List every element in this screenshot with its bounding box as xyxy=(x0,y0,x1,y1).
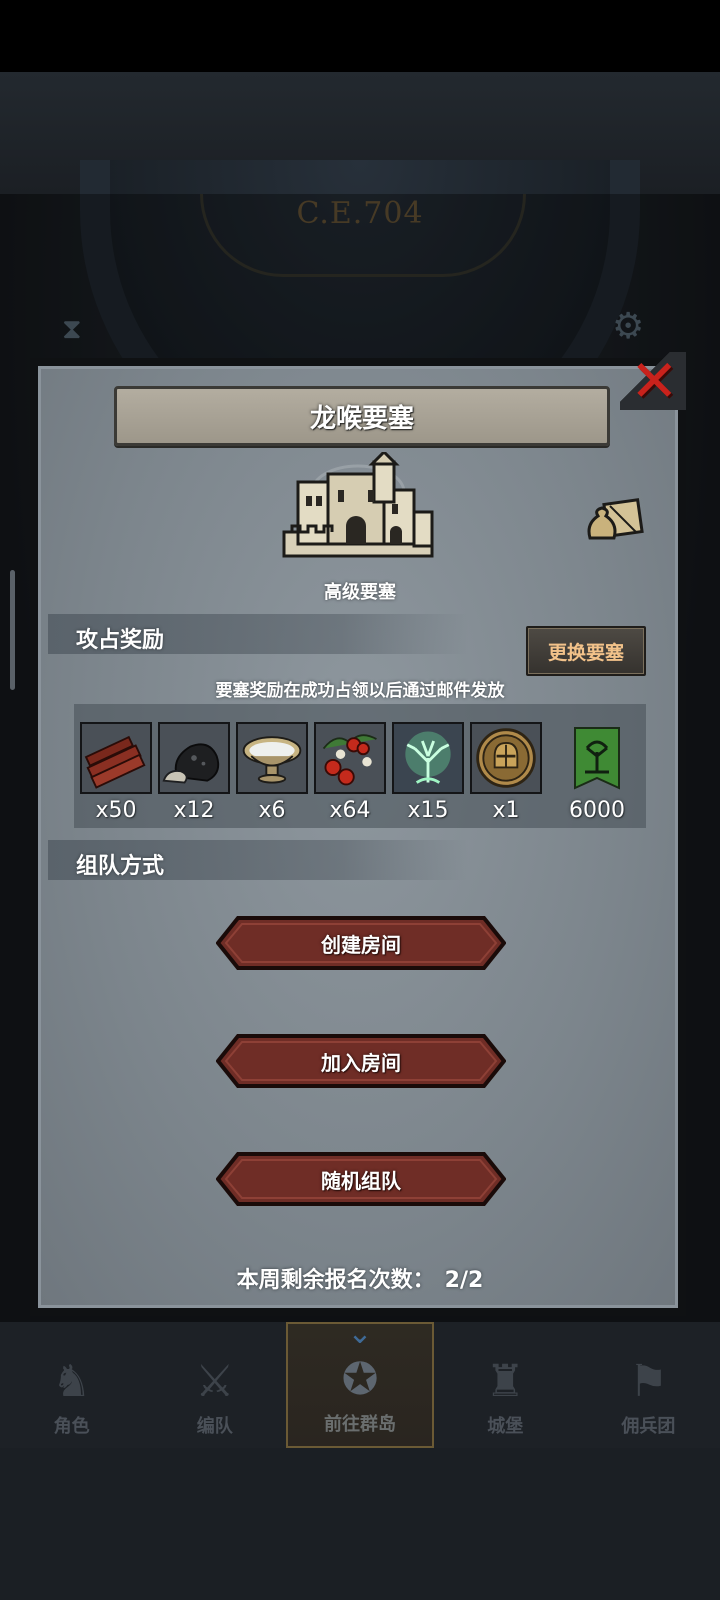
create-room-button[interactable]: 创建房间 xyxy=(216,916,506,970)
castle-icon: ♜ xyxy=(485,1356,525,1407)
create-room-label: 创建房间 xyxy=(321,932,401,957)
reward-quantity: x1 xyxy=(492,798,520,823)
bottom-band xyxy=(0,1448,720,1600)
ore-rock-icon xyxy=(158,722,230,794)
knight-helmet-coin-icon xyxy=(470,722,542,794)
nav-item-character[interactable]: ♞ 角色 xyxy=(0,1322,143,1448)
reward-quantity: 6000 xyxy=(569,798,625,823)
knight-icon: ♞ xyxy=(51,1356,92,1407)
team-section-heading: 组队方式 xyxy=(76,854,165,879)
nav-label: 编队 xyxy=(196,1416,233,1437)
bowl-icon xyxy=(236,722,308,794)
join-room-button[interactable]: 加入房间 xyxy=(216,1034,506,1088)
formation-icon: ⚔ xyxy=(195,1356,235,1407)
nav-item-formation[interactable]: ⚔ 编队 xyxy=(143,1322,286,1448)
mercenary-icon: ⚑ xyxy=(628,1356,669,1407)
nav-label: 佣兵团 xyxy=(621,1416,676,1437)
weekly-signups-label: 本周剩余报名次数： xyxy=(236,1268,435,1293)
nav-label: 角色 xyxy=(53,1416,90,1437)
berries-icon xyxy=(314,722,386,794)
nav-item-islands[interactable]: ⌄ ✪ 前往群岛 xyxy=(286,1316,434,1448)
wood-logs-icon xyxy=(80,722,152,794)
reward-item[interactable]: x64 xyxy=(314,722,386,823)
reward-item[interactable]: x1 xyxy=(470,722,542,823)
swap-fortress-label: 更换要塞 xyxy=(547,641,624,664)
join-room-label: 加入房间 xyxy=(321,1050,401,1075)
chevron-down-icon: ⌄ xyxy=(347,1316,373,1351)
nav-label: 城堡 xyxy=(487,1416,524,1437)
fortress-type-label: 高级要塞 xyxy=(324,582,396,603)
reward-quantity: x64 xyxy=(329,798,371,823)
reward-item[interactable]: x50 xyxy=(80,722,152,823)
fortress-castle-icon xyxy=(282,452,434,558)
reward-quantity: x15 xyxy=(407,798,449,823)
nav-item-mercenary[interactable]: ⚑ 佣兵团 xyxy=(577,1322,720,1448)
spirit-tree-icon xyxy=(392,722,464,794)
nav-item-castle[interactable]: ♜ 城堡 xyxy=(434,1322,577,1448)
status-bar xyxy=(0,0,720,72)
supply-bag-icon[interactable] xyxy=(584,498,644,544)
reward-quantity: x6 xyxy=(258,798,286,823)
weekly-signups: 本周剩余报名次数： 2/2 xyxy=(0,1262,720,1294)
reward-item[interactable]: x15 xyxy=(392,722,464,823)
reward-item[interactable]: 6000 xyxy=(556,722,638,823)
dialog-title-plate: 龙喉要塞 xyxy=(114,386,610,446)
dialog-title: 龙喉要塞 xyxy=(309,403,414,434)
reward-notice: 要塞奖励在成功占领以后通过邮件发放 xyxy=(215,681,505,701)
reward-item[interactable]: x6 xyxy=(236,722,308,823)
reward-item[interactable]: x12 xyxy=(158,722,230,823)
weekly-signups-value: 2/2 xyxy=(444,1268,484,1293)
random-team-label: 随机组队 xyxy=(321,1168,401,1193)
swap-fortress-button[interactable]: 更换要塞 xyxy=(526,626,646,676)
close-icon[interactable]: ✕ xyxy=(630,352,679,410)
reward-quantity: x50 xyxy=(95,798,137,823)
random-team-button[interactable]: 随机组队 xyxy=(216,1152,506,1206)
compass-map-icon: ✪ xyxy=(341,1354,379,1405)
nav-label: 前往群岛 xyxy=(324,1414,396,1435)
bottom-nav: ♞ 角色 ⚔ 编队 ⌄ ✪ 前往群岛 ♜ 城堡 ⚑ 佣兵团 xyxy=(0,1316,720,1448)
reward-quantity: x12 xyxy=(173,798,215,823)
tree-banner-icon xyxy=(556,722,638,794)
rewards-section-heading: 攻占奖励 xyxy=(76,628,165,653)
